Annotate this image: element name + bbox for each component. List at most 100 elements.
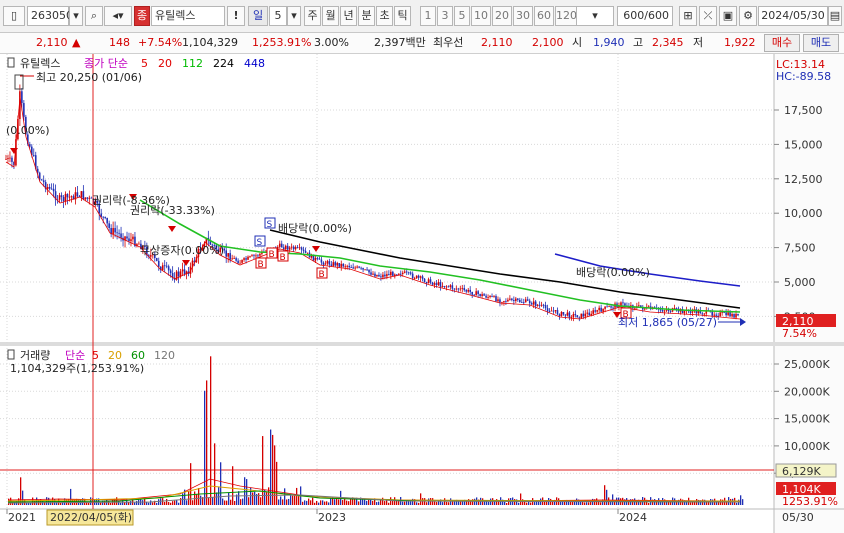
candle-body <box>647 306 650 308</box>
sell-button[interactable]: 매도 <box>803 34 839 52</box>
candle-body <box>663 310 666 312</box>
interval-button-2[interactable]: 5 <box>454 6 470 26</box>
volume-bar <box>178 502 180 505</box>
candle-body <box>118 232 120 234</box>
candle-body <box>558 314 561 317</box>
candle-body <box>475 291 477 296</box>
period-button-2[interactable]: 년 <box>340 6 357 26</box>
period-button-4[interactable]: 초 <box>376 6 393 26</box>
volume-bar <box>438 501 440 505</box>
volume-bar <box>570 501 572 505</box>
bonus-issue: 무상증자(0.00%) <box>140 244 224 257</box>
interval-button-4[interactable]: 20 <box>492 6 512 26</box>
volume-bar <box>164 501 166 505</box>
stock-code-input[interactable]: 263050 <box>27 6 73 26</box>
prev-next-icon[interactable]: ◂▾ <box>104 6 132 26</box>
candle-body <box>526 299 529 301</box>
volume-bar <box>220 462 222 505</box>
volume-bar <box>124 502 126 505</box>
candle-body <box>183 269 186 275</box>
low-annotation: 최저 1,865 (05/27) <box>618 316 717 329</box>
current-price: 2,110 <box>36 36 68 49</box>
sell-signal-label: S <box>267 220 273 230</box>
volume-bar <box>504 502 506 505</box>
volume-bar <box>150 500 152 505</box>
period-dropdown-icon[interactable]: ▾ <box>287 6 301 26</box>
candle-body <box>23 103 25 117</box>
candle-body <box>237 260 239 264</box>
draw-tool-icon[interactable]: ⤫ <box>699 6 717 26</box>
candle-body <box>554 310 557 312</box>
candle-body <box>378 274 380 277</box>
volume-bar <box>388 502 390 505</box>
period-button-1[interactable]: 월 <box>322 6 339 26</box>
code-dropdown-icon[interactable]: ▾ <box>69 6 83 26</box>
volume-bar <box>676 502 678 505</box>
count-field[interactable]: 600/600 <box>617 6 673 26</box>
buy-button[interactable]: 매수 <box>764 34 800 52</box>
buy-signal-label: B <box>280 253 286 263</box>
volume-bar <box>550 498 552 505</box>
stock-name-field[interactable]: 유틸렉스 <box>151 6 225 26</box>
volume-bar <box>372 500 374 505</box>
interval-button-3[interactable]: 10 <box>471 6 491 26</box>
period-button-5[interactable]: 틱 <box>394 6 411 26</box>
search-icon[interactable]: ⌕ <box>85 6 103 26</box>
candle-body <box>566 312 569 316</box>
gear-icon[interactable]: ⚙ <box>739 6 757 26</box>
volume-bar <box>210 356 212 505</box>
candle-body <box>509 298 511 300</box>
date-field[interactable]: 2024/05/30 <box>758 6 828 26</box>
candle-body <box>457 288 460 290</box>
candle-body <box>167 266 170 271</box>
candle-body <box>467 289 470 292</box>
interval-button-1[interactable]: 3 <box>437 6 453 26</box>
interval-button-7[interactable]: 120 <box>555 6 577 26</box>
indicator-icon[interactable]: ⊞ <box>679 6 697 26</box>
volume-bar <box>244 477 246 505</box>
period-button-0[interactable]: 주 <box>304 6 321 26</box>
candle-body <box>392 271 394 276</box>
volume-bar <box>410 500 412 505</box>
candle-body <box>735 313 737 318</box>
period-button-3[interactable]: 분 <box>358 6 375 26</box>
volume-bar <box>254 491 256 505</box>
calendar-icon[interactable]: ▤ <box>828 6 842 26</box>
volume-bar <box>174 500 176 505</box>
period-value[interactable]: 5 <box>269 6 287 26</box>
candle-body <box>48 187 51 189</box>
volume-bar <box>328 502 330 505</box>
volume-bar <box>274 445 276 505</box>
candle-body <box>528 300 531 304</box>
pane-divider[interactable] <box>0 342 844 346</box>
candle-body <box>493 296 495 297</box>
candle-body <box>165 265 168 267</box>
candle-body <box>169 270 172 274</box>
period-day-button[interactable]: 일 <box>248 6 268 26</box>
volume-bar <box>198 487 200 505</box>
layout-icon[interactable]: ▯ <box>3 6 25 26</box>
interval-button-5[interactable]: 30 <box>513 6 533 26</box>
candle-body <box>604 306 606 309</box>
candle-body <box>435 283 438 285</box>
candle-body <box>431 282 434 285</box>
candle-body <box>80 191 83 198</box>
volume-bar <box>292 495 294 505</box>
volume-bar <box>606 489 608 505</box>
candle-body <box>155 258 158 261</box>
stock-chart[interactable]: 17,50015,00012,50010,0007,5005,0002,5002… <box>0 54 844 533</box>
trade-amount: 2,397백만 <box>374 36 426 49</box>
volume-bar <box>134 502 136 505</box>
legend-name: 유틸렉스 <box>20 57 60 70</box>
interval-button-0[interactable]: 1 <box>420 6 436 26</box>
warning-button[interactable]: ! <box>227 6 245 26</box>
date-axis-label: 2024 <box>619 511 647 524</box>
count-dropdown[interactable]: ▾ <box>576 6 614 26</box>
interval-button-6[interactable]: 60 <box>534 6 554 26</box>
volume-bar <box>56 501 58 505</box>
volume-bar <box>614 501 616 505</box>
volume-bar <box>648 502 650 505</box>
date-axis-label: 2023 <box>318 511 346 524</box>
save-icon[interactable]: ▣ <box>719 6 737 26</box>
candle-body <box>497 299 499 302</box>
